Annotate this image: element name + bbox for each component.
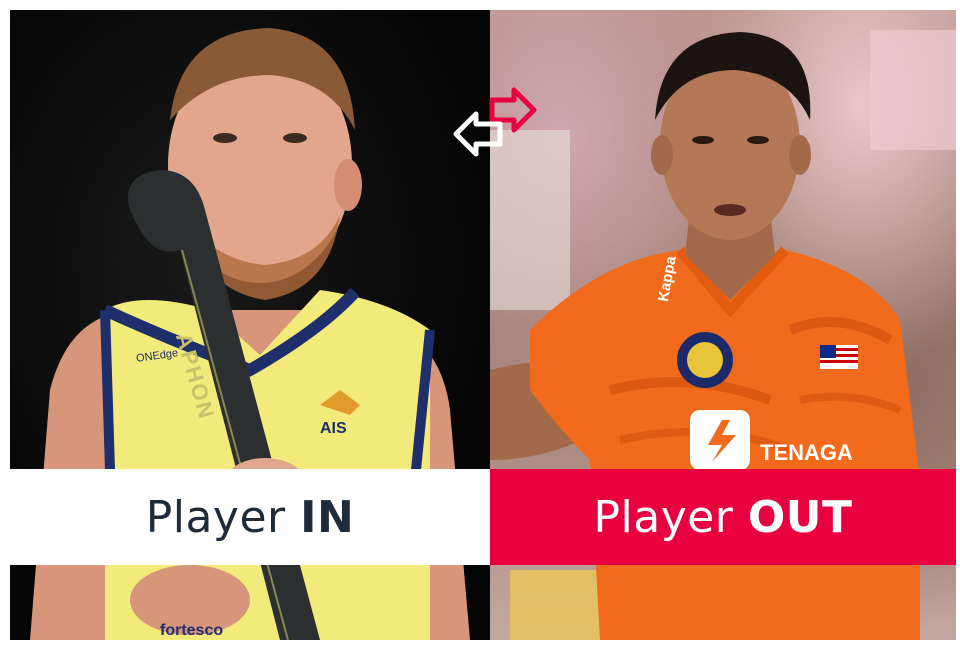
jersey-text-sponsor: TENAGA	[760, 440, 853, 465]
player-in-strong: IN	[300, 491, 355, 543]
player-out-prefix: Player	[593, 491, 748, 543]
player-out-banner: Player OUT	[490, 469, 956, 565]
player-in-label: Player IN	[146, 492, 355, 543]
shorts-text: fortesco	[160, 622, 224, 639]
player-in-prefix: Player	[145, 491, 301, 543]
player-out-label: Player OUT	[593, 492, 852, 543]
player-in-banner: Player IN	[10, 469, 490, 565]
player-out-strong: OUT	[747, 491, 853, 543]
jersey-text-ais: AIS	[320, 420, 347, 437]
player-swap-graphic: AIS ONEdge APHON fortesco Kappa TENAGA P…	[10, 10, 956, 640]
swap-arrows-icon	[453, 87, 537, 157]
